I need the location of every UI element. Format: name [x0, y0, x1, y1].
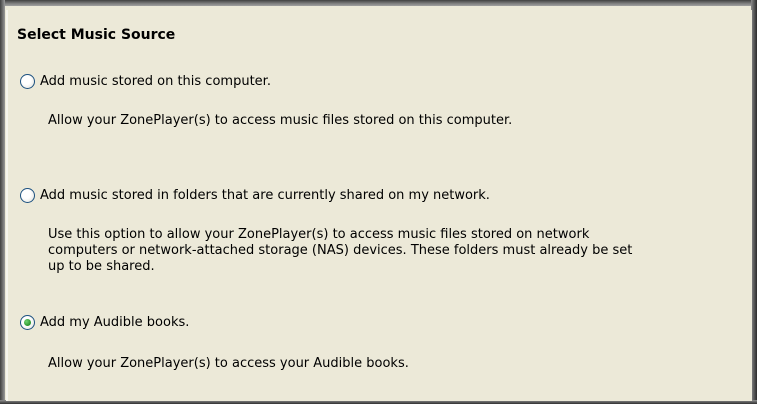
option-audible-books-label[interactable]: Add my Audible books.	[40, 315, 189, 330]
frame-left-border	[0, 0, 5, 404]
radio-button-audible-books[interactable]	[20, 315, 35, 330]
option-network-shared-folders-description: Use this option to allow your ZonePlayer…	[48, 227, 632, 275]
option-network-shared-folders[interactable]: Add music stored in folders that are cur…	[20, 188, 490, 203]
option-audible-books-description: Allow your ZonePlayer(s) to access your …	[48, 356, 409, 372]
option-audible-books[interactable]: Add my Audible books.	[20, 315, 189, 330]
description-line: Use this option to allow your ZonePlayer…	[48, 227, 590, 242]
frame-top-border	[0, 0, 757, 6]
option-local-computer-label[interactable]: Add music stored on this computer.	[40, 74, 271, 89]
dialog-frame: Select Music Source Add music stored on …	[0, 0, 757, 404]
description-line: Allow your ZonePlayer(s) to access music…	[48, 113, 513, 128]
section-title: Select Music Source	[17, 27, 176, 43]
music-source-panel	[6, 10, 752, 401]
option-local-computer[interactable]: Add music stored on this computer.	[20, 74, 271, 89]
description-line: up to be shared.	[48, 259, 155, 274]
description-line: computers or network-attached storage (N…	[48, 243, 633, 258]
radio-button-network-shared-folders[interactable]	[20, 188, 35, 203]
description-line: Allow your ZonePlayer(s) to access your …	[48, 356, 409, 371]
option-network-shared-folders-label[interactable]: Add music stored in folders that are cur…	[40, 188, 490, 203]
option-local-computer-description: Allow your ZonePlayer(s) to access music…	[48, 113, 512, 129]
radio-button-local-computer[interactable]	[20, 74, 35, 89]
